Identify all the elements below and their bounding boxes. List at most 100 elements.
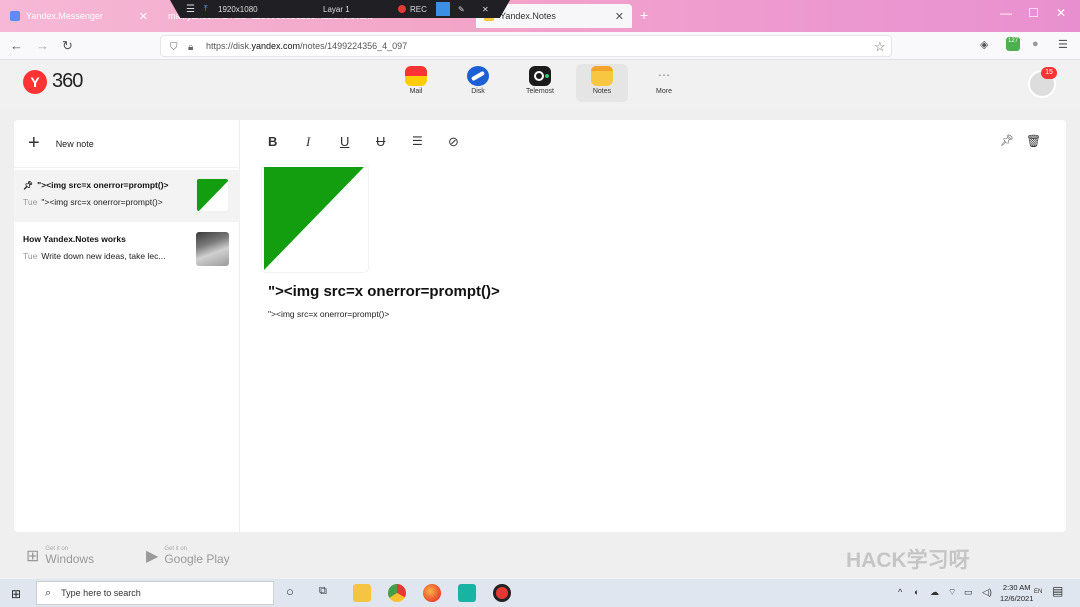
color-swatch-icon[interactable] bbox=[436, 2, 450, 16]
pin-icon[interactable]: ⤒ bbox=[204, 4, 208, 14]
bold-icon[interactable]: B bbox=[268, 134, 277, 149]
browser-nav-bar: ← → ↻ ⛉ 🔒︎ https://disk. yandex.com/notes… bbox=[0, 32, 1080, 60]
app-label: Mail bbox=[409, 88, 423, 95]
note-body[interactable]: "><img src=x onerror=prompt()> bbox=[268, 309, 389, 319]
note-title: "><img src=x onerror=prompt()> bbox=[37, 180, 169, 190]
app-icon[interactable] bbox=[458, 584, 476, 602]
recorder-icon[interactable] bbox=[493, 584, 511, 602]
recorder-layer: Layar 1 bbox=[323, 4, 350, 14]
app-mail[interactable]: Mail bbox=[390, 64, 442, 102]
url-path: /notes/1499224356_4_097 bbox=[300, 41, 408, 51]
note-snippet-row: Tue "><img src=x onerror=prompt()> bbox=[23, 197, 198, 207]
chrome-icon[interactable] bbox=[388, 584, 406, 602]
yandex-360-header: Y 360 Mail Disk Telemost Notes ⋯ More 15 bbox=[0, 60, 1080, 108]
extension-badge[interactable]: 127 bbox=[1006, 37, 1020, 51]
google-play-icon: ▶ bbox=[146, 548, 159, 565]
wifi-icon[interactable]: ⌔ bbox=[948, 587, 956, 598]
app-telemost[interactable]: Telemost bbox=[514, 64, 566, 102]
windows-start-icon[interactable]: ⊞ bbox=[11, 587, 21, 601]
more-icon: ⋯ bbox=[658, 68, 670, 82]
note-image[interactable] bbox=[262, 165, 368, 272]
firefox-icon[interactable] bbox=[423, 584, 441, 602]
note-thumbnail bbox=[196, 232, 229, 266]
forward-icon[interactable]: → bbox=[36, 38, 49, 53]
pin-icon: 📌︎ bbox=[23, 181, 34, 190]
pocket-icon[interactable]: ◈ bbox=[980, 38, 988, 51]
google-play-link[interactable]: ▶ Get it on Google Play bbox=[146, 546, 230, 566]
strikethrough-icon[interactable]: U bbox=[376, 134, 385, 149]
new-tab-button[interactable]: + bbox=[640, 7, 648, 23]
shield-icon[interactable]: ⛉ bbox=[170, 42, 178, 53]
close-icon[interactable]: ✕ bbox=[482, 5, 489, 14]
app-notes[interactable]: Notes bbox=[576, 64, 628, 102]
app-more[interactable]: ⋯ More bbox=[638, 64, 690, 102]
screen-recorder-bar: ☰ ⤒ 1920x1080 Layar 1 REC ✎ ✕ bbox=[170, 0, 510, 18]
store-name: Windows bbox=[45, 552, 95, 566]
new-note-button[interactable]: + New note bbox=[14, 120, 240, 168]
tab-title: Yandex.Messenger bbox=[26, 11, 103, 21]
app-label: Notes bbox=[592, 88, 612, 95]
reload-icon[interactable]: ↻ bbox=[62, 38, 73, 54]
tab-yandex-messenger[interactable]: Yandex.Messenger ✕ bbox=[2, 4, 156, 28]
taskbar-search[interactable]: ⌕ Type here to search bbox=[36, 581, 274, 605]
close-icon[interactable]: ✕ bbox=[615, 10, 624, 23]
account-icon[interactable]: ● bbox=[1032, 38, 1039, 50]
task-view-icon[interactable]: ⧉ bbox=[319, 585, 327, 598]
app-disk[interactable]: Disk bbox=[452, 64, 504, 102]
battery-icon[interactable]: ▭ bbox=[964, 587, 973, 598]
italic-icon[interactable]: I bbox=[306, 134, 310, 150]
note-day: Tue bbox=[23, 251, 38, 261]
network-icon[interactable]: ◐ bbox=[914, 587, 919, 597]
list-item-note[interactable]: 📌︎ "><img src=x onerror=prompt()> Tue "><i… bbox=[14, 170, 240, 222]
close-window-icon[interactable]: ✕ bbox=[1056, 6, 1066, 20]
note-heading[interactable]: "><img src=x onerror=prompt()> bbox=[268, 283, 500, 300]
windows-taskbar: ⊞ ⌕ Type here to search ○ ⧉ ^ ◐ ☁ ⌔ ▭ ◁)… bbox=[0, 579, 1080, 607]
note-thumbnail bbox=[196, 178, 229, 212]
list-item-note[interactable]: How Yandex.Notes works Tue Write down new… bbox=[14, 224, 240, 276]
menu-icon[interactable]: ☰ bbox=[186, 4, 195, 15]
lock-icon[interactable]: 🔒︎ bbox=[188, 42, 193, 53]
volume-icon[interactable]: ◁) bbox=[982, 587, 992, 598]
record-icon[interactable] bbox=[398, 5, 406, 13]
list-icon[interactable]: ☰ bbox=[412, 134, 423, 148]
app-label: Disk bbox=[471, 88, 485, 95]
minimize-icon[interactable]: — bbox=[1000, 6, 1012, 20]
bookmark-star-icon[interactable]: ☆ bbox=[874, 39, 886, 55]
store-text: Get it on Windows bbox=[45, 546, 94, 566]
search-icon: ⌕ bbox=[45, 586, 52, 599]
pen-icon[interactable]: ✎ bbox=[458, 5, 465, 14]
note-title: How Yandex.Notes works bbox=[23, 234, 126, 244]
note-day: Tue bbox=[23, 197, 38, 207]
pin-icon[interactable]: 📌︎ bbox=[1000, 134, 1014, 147]
browser-menu-icon[interactable]: ☰ bbox=[1058, 38, 1068, 51]
maximize-icon[interactable]: ☐ bbox=[1028, 6, 1039, 20]
windows-store-link[interactable]: ⊞ Get it on Windows bbox=[26, 546, 94, 566]
cortana-icon[interactable]: ○ bbox=[286, 584, 294, 599]
recorder-resolution: 1920x1080 bbox=[218, 4, 258, 14]
disk-icon bbox=[467, 66, 489, 86]
note-editor: B I U U ☰ ⊘ 📌︎ 🗑︎ "><img src=x onerror=p… bbox=[240, 120, 1066, 532]
logo-text[interactable]: 360 bbox=[52, 70, 83, 93]
url-host: yandex.com bbox=[251, 41, 301, 51]
note-snippet: Write down new ideas, take lec... bbox=[41, 251, 166, 261]
watermark: HACK学习呀 bbox=[846, 549, 970, 572]
underline-icon[interactable]: U bbox=[340, 134, 349, 149]
trash-icon[interactable]: 🗑︎ bbox=[1026, 134, 1041, 148]
file-explorer-icon[interactable] bbox=[353, 584, 371, 602]
notification-badge: 15 bbox=[1041, 67, 1057, 79]
close-icon[interactable]: ✕ bbox=[139, 10, 148, 23]
tab-title: Yandex.Notes bbox=[500, 11, 556, 21]
back-icon[interactable]: ← bbox=[10, 38, 23, 53]
windows-logo-icon: ⊞ bbox=[26, 548, 40, 565]
rec-label: REC bbox=[410, 4, 427, 14]
attachment-icon[interactable]: ⊘ bbox=[448, 134, 459, 150]
yandex-logo-icon[interactable]: Y bbox=[23, 70, 47, 94]
system-clock[interactable]: 2:30 AM 12/6/2021 bbox=[1000, 582, 1033, 604]
language-indicator[interactable]: EN bbox=[1034, 589, 1042, 595]
cloud-icon[interactable]: ☁ bbox=[930, 587, 939, 598]
notification-center-icon[interactable]: ▤ bbox=[1052, 584, 1063, 598]
notes-icon bbox=[591, 66, 613, 86]
chevron-up-icon[interactable]: ^ bbox=[898, 587, 902, 597]
address-bar[interactable]: ⛉ 🔒︎ https://disk. yandex.com/notes/14992… bbox=[160, 35, 892, 57]
search-placeholder: Type here to search bbox=[61, 588, 141, 598]
